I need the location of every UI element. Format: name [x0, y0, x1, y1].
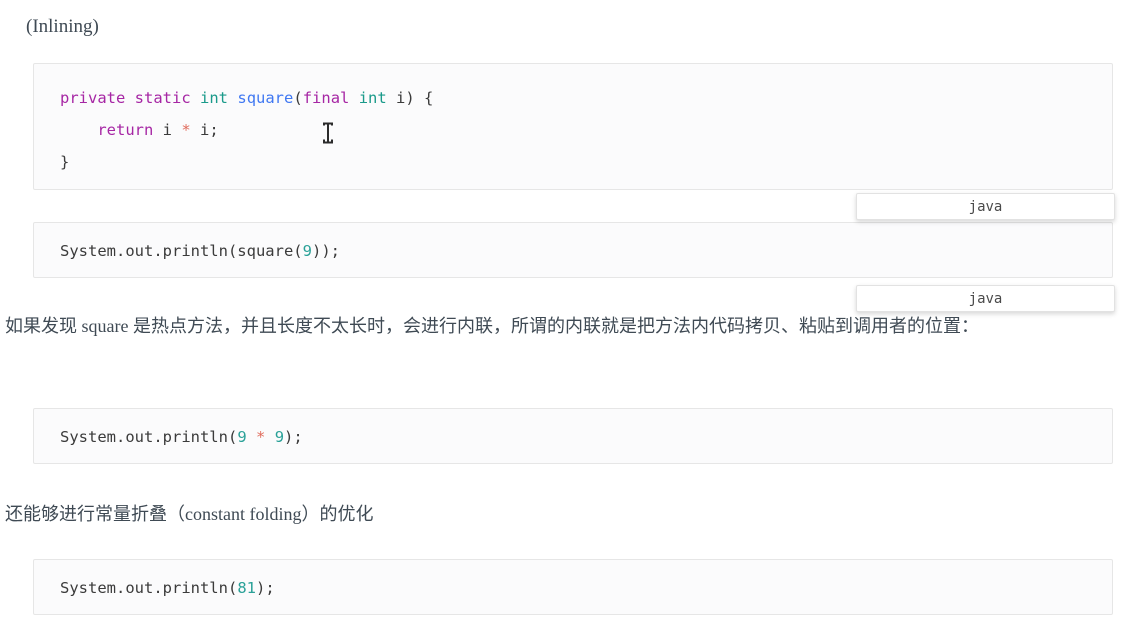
code-token: 9 [274, 428, 285, 446]
page-title: (Inlining) [26, 16, 99, 37]
code-block-java-println-square-9[interactable]: System.out.println(square(9)); [33, 222, 1113, 278]
code-content[interactable]: System.out.println(square(9)); [34, 223, 1112, 267]
code-token: static [134, 89, 191, 107]
code-token: 9 [302, 242, 312, 260]
code-token: 81 [237, 579, 256, 597]
document-page: (Inlining) private static int square(fin… [0, 0, 1132, 625]
code-block-java-println-9-times-9[interactable]: System.out.println(9 * 9); [33, 408, 1113, 464]
code-token: System.out.println(square( [60, 242, 303, 260]
code-token: ); [284, 428, 303, 446]
code-content[interactable]: System.out.println(9 * 9); [34, 409, 1112, 453]
code-token: i) { [386, 89, 434, 107]
code-content[interactable]: private static int square(final int i) {… [34, 64, 1112, 178]
code-token: i [153, 121, 182, 139]
code-token: private [60, 89, 126, 107]
code-token: * [181, 121, 191, 139]
code-token: System.out.println( [60, 428, 238, 446]
code-token: ( [293, 89, 303, 107]
code-token: int [358, 89, 387, 107]
code-token: System.out.println( [60, 579, 238, 597]
code-block-java-println-81[interactable]: System.out.println(81); [33, 559, 1113, 615]
code-token: )); [311, 242, 340, 260]
code-content[interactable]: System.out.println(81); [34, 560, 1112, 604]
code-token: ); [255, 579, 275, 597]
code-token: square [237, 89, 294, 107]
paragraph-inlining-explanation: 如果发现 square 是热点方法，并且长度不太长时，会进行内联，所谓的内联就是… [5, 316, 979, 336]
code-token: return [97, 121, 154, 139]
code-token: final [302, 89, 350, 107]
code-block-java-square-method[interactable]: private static int square(final int i) {… [33, 63, 1113, 190]
code-token: 9 [237, 428, 247, 446]
code-token: int [200, 89, 229, 107]
code-token: * [256, 428, 266, 446]
code-token: i; [190, 121, 219, 139]
language-badge-java-1[interactable]: java [856, 193, 1115, 220]
paragraph-constant-folding: 还能够进行常量折叠（constant folding）的优化 [5, 504, 374, 524]
code-token: } [60, 153, 70, 171]
language-badge-java-2[interactable]: java [856, 285, 1115, 312]
